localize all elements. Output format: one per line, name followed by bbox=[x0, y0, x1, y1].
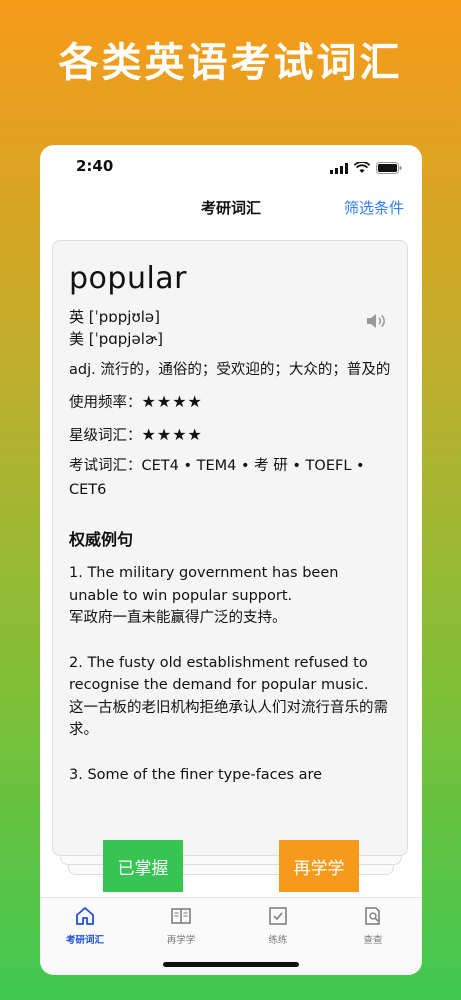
example-item: 3. Some of the finer type-faces are bbox=[69, 764, 391, 787]
frequency-row: 使用频率：★★★★ bbox=[69, 390, 391, 415]
tab-label: 练练 bbox=[268, 935, 288, 946]
tab-vocabulary[interactable]: 考研词汇 bbox=[40, 906, 130, 946]
home-icon bbox=[74, 907, 96, 930]
us-phonetic: 美 [ˈpɑpjəlɚ] bbox=[69, 330, 164, 348]
word-title: popular bbox=[69, 261, 188, 296]
definition: adj. 流行的，通俗的；受欢迎的；大众的；普及的 bbox=[69, 362, 391, 378]
status-icons bbox=[330, 159, 402, 178]
level-row: 星级词汇：★★★★ bbox=[69, 423, 391, 448]
phonetics: 英 [ˈpɒpjʊlə] 美 [ˈpɑpjəlɚ] bbox=[69, 306, 391, 350]
battery-icon bbox=[376, 159, 402, 178]
word-card[interactable]: popular 英 [ˈpɒpjʊlə] 美 [ˈpɑpjəlɚ] adj. 流… bbox=[52, 240, 408, 856]
book-icon bbox=[170, 908, 192, 930]
tab-study-again[interactable]: 再学学 bbox=[136, 906, 226, 946]
example-en: 3. Some of the finer type-faces are bbox=[69, 766, 323, 783]
example-zh: 这一古板的老旧机构拒绝承认人们对流行音乐的需求。 bbox=[69, 699, 388, 739]
filter-button[interactable]: 筛选条件 bbox=[344, 197, 404, 218]
promo-headline: 各类英语考试词汇 bbox=[58, 40, 403, 86]
level-label: 星级词汇： bbox=[69, 428, 142, 444]
signal-icon bbox=[330, 159, 348, 178]
example-zh: 军政府一直未能赢得广泛的支持。 bbox=[69, 610, 287, 626]
frequency-label: 使用频率： bbox=[69, 395, 142, 411]
frequency-stars: ★★★★ bbox=[141, 392, 203, 411]
example-item: 2. The fusty old establishment refused t… bbox=[69, 652, 391, 742]
search-document-icon bbox=[362, 907, 384, 930]
checkbox-icon bbox=[267, 907, 289, 930]
speaker-icon[interactable] bbox=[365, 312, 387, 334]
status-time: 2:40 bbox=[76, 157, 114, 175]
wifi-icon bbox=[353, 159, 371, 178]
tab-label: 考研词汇 bbox=[65, 935, 104, 946]
mastered-button[interactable]: 已掌握 bbox=[103, 840, 183, 892]
home-indicator[interactable] bbox=[163, 962, 299, 967]
example-en: 1. The military government has been unab… bbox=[69, 565, 339, 604]
tab-lookup[interactable]: 查查 bbox=[328, 906, 418, 946]
example-item: 1. The military government has been unab… bbox=[69, 562, 391, 630]
nav-bar: 考研词汇 筛选条件 bbox=[40, 189, 422, 225]
tab-label: 查查 bbox=[363, 935, 383, 946]
phone-screen: 2:40 考研词汇 筛选条件 popular 英 [ˈpɒpjʊlə] 美 [ˈ… bbox=[40, 145, 422, 975]
example-en: 2. The fusty old establishment refused t… bbox=[69, 654, 369, 694]
uk-phonetic: 英 [ˈpɒpjʊlə] bbox=[69, 308, 160, 326]
tab-practice[interactable]: 练练 bbox=[233, 906, 323, 946]
study-again-button[interactable]: 再学学 bbox=[279, 840, 359, 892]
level-stars: ★★★★ bbox=[141, 425, 203, 444]
status-bar: 2:40 bbox=[40, 145, 422, 185]
examples-title: 权威例句 bbox=[69, 530, 134, 549]
tab-label: 再学学 bbox=[166, 935, 196, 946]
exam-list: 考试词汇：CET4 • TEM4 • 考 研 • TOEFL • CET6 bbox=[69, 458, 365, 498]
